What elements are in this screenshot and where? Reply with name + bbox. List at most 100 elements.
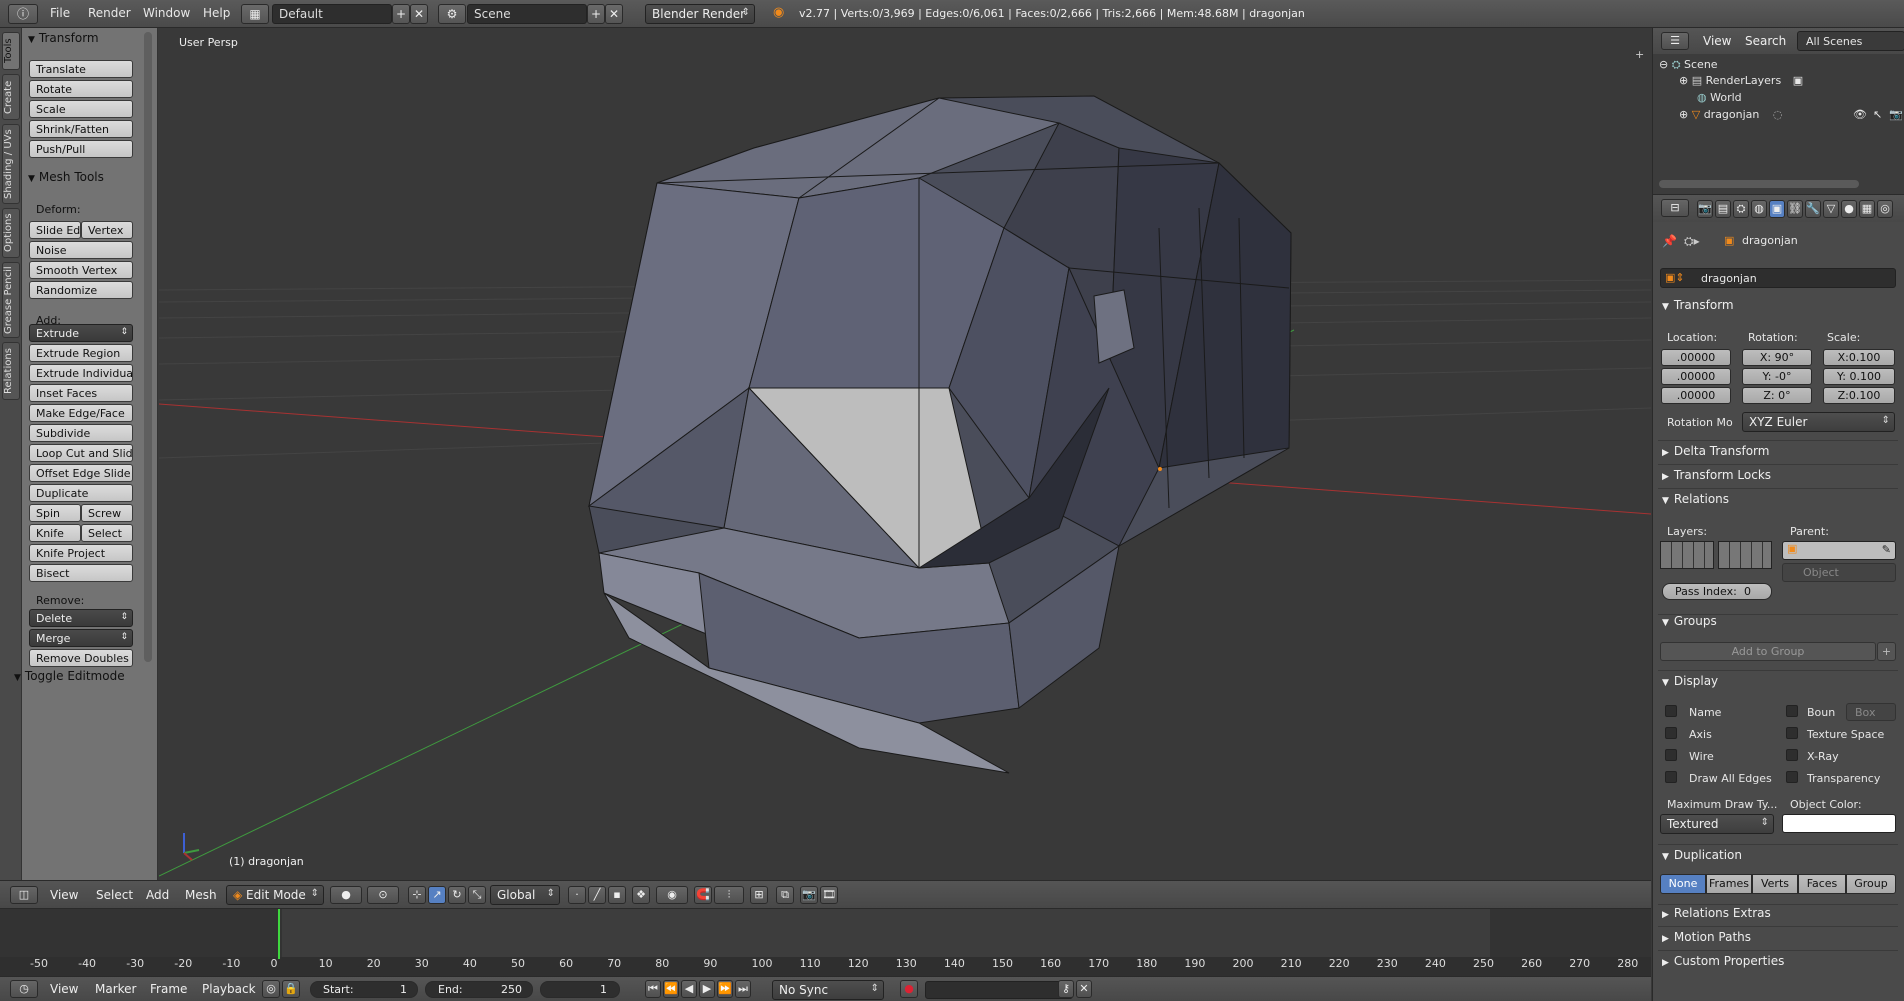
mesh-tools-panel-header[interactable]: ▼ Mesh Tools [28, 170, 104, 184]
xray-checkbox[interactable] [1786, 749, 1798, 761]
scale-manipulator-icon[interactable]: ⤡ [468, 886, 486, 904]
end-frame-field[interactable]: End: 250 [425, 981, 533, 998]
location-z-field[interactable]: .00000 [1661, 387, 1731, 404]
mode-select[interactable]: ◈ Edit Mode [226, 885, 324, 905]
knife-button[interactable]: Knife [29, 524, 81, 542]
timeline-ruler[interactable] [0, 957, 1651, 977]
tool-shelf-scrollbar[interactable] [144, 32, 152, 662]
transform-locks-section-header[interactable]: ▶ Transform Locks [1662, 468, 1771, 482]
delta-transform-section-header[interactable]: ▶ Delta Transform [1662, 444, 1769, 458]
remove-scene-icon[interactable]: ✕ [605, 4, 623, 24]
rotation-y-field[interactable]: Y: -0° [1742, 368, 1812, 385]
display-wire-checkbox[interactable] [1665, 749, 1677, 761]
duplication-none-option[interactable]: None [1660, 874, 1706, 894]
editor-type-3dview-icon[interactable]: ◫ [10, 886, 38, 904]
jump-keyframe-forward-icon[interactable]: ⏩ [717, 980, 733, 998]
face-select-mode-icon[interactable]: ▪ [608, 886, 626, 904]
modifiers-tab-icon[interactable]: 🔧 [1805, 200, 1821, 218]
outliner-menu-search[interactable]: Search [1745, 34, 1786, 48]
visibility-eye-icon[interactable]: 👁 [1853, 108, 1867, 121]
extrude-dropdown[interactable]: Extrude [29, 324, 133, 342]
display-bounds-checkbox[interactable] [1786, 705, 1798, 717]
current-frame-field[interactable]: 1 [540, 981, 620, 998]
slide-edge-button[interactable]: Slide Ed [29, 221, 81, 239]
pass-index-field[interactable]: Pass Index: 0 [1662, 583, 1772, 600]
duplication-section-header[interactable]: ▼ Duplication [1662, 848, 1742, 862]
tab-shading-uvs[interactable]: Shading / UVs [2, 124, 20, 204]
jump-keyframe-back-icon[interactable]: ⏪ [663, 980, 679, 998]
tab-tools[interactable]: Tools [2, 32, 20, 70]
tab-create[interactable]: Create [2, 74, 20, 120]
3d-viewport[interactable]: User Persp (1) dragonjan + [159, 28, 1651, 880]
tab-relations[interactable]: Relations [2, 342, 20, 400]
tab-grease-pencil[interactable]: Grease Pencil [2, 262, 20, 338]
play-icon[interactable]: ▶ [699, 980, 715, 998]
delete-keyframe-icon[interactable]: ✕ [1076, 980, 1092, 998]
inset-faces-button[interactable]: Inset Faces [29, 384, 133, 402]
scene-tab-icon[interactable]: ⛭ [1733, 200, 1749, 218]
object-tab-icon[interactable]: ▣ [1769, 200, 1785, 218]
menu-add[interactable]: Add [146, 888, 169, 902]
shrink-fatten-button[interactable]: Shrink/Fatten [29, 120, 133, 138]
transform-orientation-select[interactable]: Global [490, 885, 560, 905]
extrude-region-button[interactable]: Extrude Region [29, 344, 133, 362]
scale-x-field[interactable]: X:0.100 [1823, 349, 1895, 366]
extrude-individual-button[interactable]: Extrude Individual [29, 364, 133, 382]
texture-space-checkbox[interactable] [1786, 727, 1798, 739]
editor-type-properties-icon[interactable]: ⊟ [1661, 199, 1689, 217]
timeline-editor[interactable] [0, 908, 1651, 977]
rotate-manipulator-icon[interactable]: ↻ [448, 886, 466, 904]
world-tab-icon[interactable]: ◍ [1751, 200, 1767, 218]
groups-section-header[interactable]: ▼ Groups [1662, 614, 1717, 628]
constraints-tab-icon[interactable]: ⛓ [1787, 200, 1803, 218]
render-preview-icon[interactable]: ⧉ [776, 886, 794, 904]
parent-type-select[interactable]: Object [1782, 563, 1896, 582]
outliner-hscrollbar[interactable] [1659, 180, 1859, 188]
rotate-button[interactable]: Rotate [29, 80, 133, 98]
sync-mode-select[interactable]: No Sync [772, 980, 884, 1000]
proportional-editing-icon[interactable]: ◉ [656, 886, 688, 904]
object-datablock-icon[interactable]: ▣⇕ [1665, 271, 1685, 284]
menu-file[interactable]: File [50, 6, 70, 20]
knife-project-button[interactable]: Knife Project [29, 544, 133, 562]
menu-view[interactable]: View [50, 888, 78, 902]
toggle-editmode-panel-header[interactable]: ▼ Toggle Editmode [14, 669, 125, 683]
render-opengl-icon[interactable]: 📷 [800, 886, 818, 904]
viewport-shading-icon[interactable]: ● [330, 886, 362, 904]
play-reverse-icon[interactable]: ◀ [681, 980, 697, 998]
translate-manipulator-icon[interactable]: ↗ [428, 886, 446, 904]
relations-extras-section-header[interactable]: ▶ Relations Extras [1662, 906, 1771, 920]
scale-button[interactable]: Scale [29, 100, 133, 118]
screen-layout-icon[interactable]: ▦ [241, 4, 269, 24]
menu-select[interactable]: Select [96, 888, 133, 902]
vertex-slide-button[interactable]: Vertex [81, 221, 133, 239]
duplication-verts-option[interactable]: Verts [1752, 874, 1798, 894]
rotation-mode-select[interactable]: XYZ Euler [1742, 412, 1895, 432]
add-group-icon[interactable]: + [1877, 642, 1896, 661]
edge-select-mode-icon[interactable]: ╱ [588, 886, 606, 904]
menu-render[interactable]: Render [88, 6, 131, 20]
bisect-button[interactable]: Bisect [29, 564, 133, 582]
timeline-menu-marker[interactable]: Marker [95, 982, 136, 996]
vertex-select-mode-icon[interactable]: · [568, 886, 586, 904]
manipulator-icon[interactable]: ⊹ [408, 886, 426, 904]
spin-button[interactable]: Spin [29, 504, 81, 522]
layers-grid-a[interactable] [1660, 541, 1714, 569]
insert-keyframe-icon[interactable]: ⚷ [1058, 980, 1074, 998]
loop-cut-slide-button[interactable]: Loop Cut and Slide [29, 444, 133, 462]
outliner-menu-view[interactable]: View [1703, 34, 1731, 48]
offset-edge-slide-button[interactable]: Offset Edge Slide [29, 464, 133, 482]
jump-start-icon[interactable]: ⏮ [645, 980, 661, 998]
snap-icon[interactable]: 🧲 [694, 886, 712, 904]
render-animation-icon[interactable]: 🎞 [820, 886, 838, 904]
snap-element-icon[interactable]: ⫶ [714, 886, 744, 904]
screen-layout-field[interactable]: Default [272, 4, 392, 24]
remove-screen-icon[interactable]: ✕ [410, 4, 428, 24]
outliner-item-dragonjan[interactable]: ⊕ ▽ dragonjan ◌ [1679, 108, 1783, 121]
push-pull-button[interactable]: Push/Pull [29, 140, 133, 158]
transform-section-header[interactable]: ▼ Transform [1662, 298, 1734, 312]
location-x-field[interactable]: .00000 [1661, 349, 1731, 366]
scale-z-field[interactable]: Z:0.100 [1823, 387, 1895, 404]
add-scene-icon[interactable]: + [587, 4, 605, 24]
tab-options[interactable]: Options [2, 208, 20, 258]
